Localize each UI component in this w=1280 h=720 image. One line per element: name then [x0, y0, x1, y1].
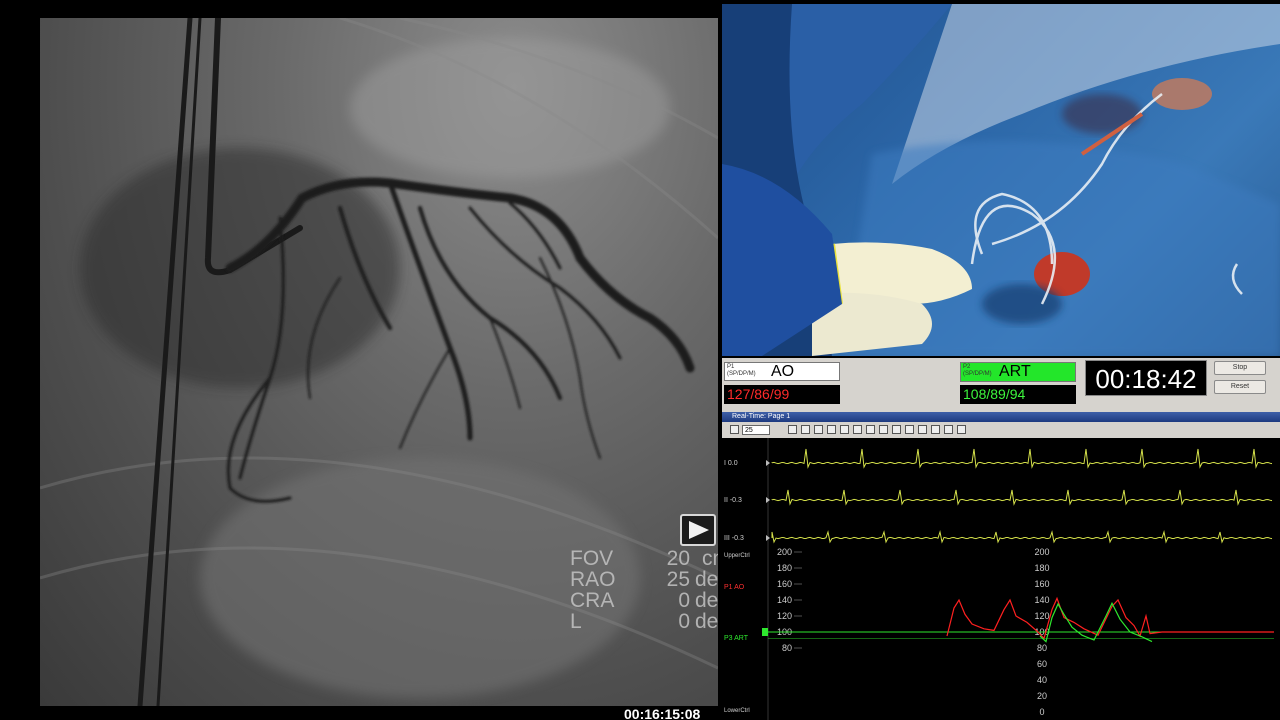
print-icon[interactable]: [866, 425, 875, 434]
vertical-cursor-icon[interactable]: [827, 425, 836, 434]
elapsed-timer: 00:18:42: [1085, 360, 1207, 396]
scale-mid-tick: 80: [1037, 643, 1047, 653]
p1-pressure-values: 127/86/99: [724, 385, 840, 404]
cra-row: CRA 0 deg: [570, 589, 718, 612]
trace-area: I 0.0 II -0.3 III -0.3 UpperCtrl P1 AO P…: [722, 438, 1280, 720]
scale-mid-tick: 140: [1034, 595, 1049, 605]
video-frame: [722, 4, 1280, 356]
l-row: L 0 deg: [570, 610, 718, 633]
tools-icon[interactable]: [801, 425, 810, 434]
reset-button[interactable]: Reset: [1214, 380, 1266, 394]
p1-name: AO: [771, 363, 795, 380]
p2-pressure-values: 108/89/94: [960, 385, 1076, 404]
ecg-trace-1: [771, 448, 1273, 469]
art-pressure-trace: [1039, 601, 1153, 643]
scale-mid-tick: 160: [1034, 579, 1049, 589]
play-icon[interactable]: [680, 514, 716, 546]
scale-mid-tick: 20: [1037, 691, 1047, 701]
zoom-select[interactable]: 25: [742, 425, 770, 435]
scale-left-tick: 160: [777, 579, 792, 589]
rao-row: RAO 25 deg: [570, 568, 718, 591]
trace-svg: 2001801601401201008020018016014012010080…: [762, 438, 1274, 720]
zoom-in-icon[interactable]: [788, 425, 797, 434]
art-channel-marker: [762, 628, 768, 636]
scale-mid-tick: 180: [1034, 563, 1049, 573]
caliper-icon[interactable]: [853, 425, 862, 434]
scale-mid-tick: 120: [1034, 611, 1049, 621]
hemodynamic-monitor: P1 (SP/DP/M) AO 127/86/99 P2 (SP/DP/M) A…: [722, 358, 1280, 720]
procedure-video: [722, 4, 1280, 356]
zoom-out-icon[interactable]: [730, 425, 739, 434]
angiogram-view: FOV 20 cm RAO 25 deg CRA 0 deg L 0 deg: [40, 18, 718, 706]
grid-icon[interactable]: [944, 425, 953, 434]
p1-channel-box[interactable]: P1 (SP/DP/M) AO: [724, 362, 840, 381]
scale-left-tick: 200: [777, 547, 792, 557]
scale-left-tick: 140: [777, 595, 792, 605]
p2-name: ART: [999, 363, 1031, 380]
pen-icon[interactable]: [879, 425, 888, 434]
settings-icon[interactable]: [931, 425, 940, 434]
trace-toolbar: 25: [722, 423, 1280, 437]
horizontal-cursor-icon[interactable]: [814, 425, 823, 434]
fov-row: FOV 20 cm: [570, 547, 718, 570]
circle-icon[interactable]: [918, 425, 927, 434]
table-icon[interactable]: [957, 425, 966, 434]
scale-mid-tick: 0: [1039, 707, 1044, 717]
realtime-title-bar: Real-Time: Page 1: [722, 412, 1280, 422]
angio-parameters: FOV 20 cm RAO 25 deg CRA 0 deg L 0 deg: [570, 548, 718, 632]
angio-timestamp: 00:16:15:08: [624, 706, 701, 720]
scale-left-tick: 80: [782, 643, 792, 653]
scale-mid-tick: 60: [1037, 659, 1047, 669]
scale-left-tick: 180: [777, 563, 792, 573]
marker-icon[interactable]: [905, 425, 914, 434]
target-icon[interactable]: [840, 425, 849, 434]
scale-mid-tick: 200: [1034, 547, 1049, 557]
eraser-icon[interactable]: [892, 425, 901, 434]
ecg-trace-2: [771, 489, 1273, 506]
scale-left-tick: 120: [777, 611, 792, 621]
p2-channel-box[interactable]: P2 (SP/DP/M) ART: [960, 362, 1076, 382]
ecg-trace-3: [771, 530, 1273, 544]
scale-mid-tick: 40: [1037, 675, 1047, 685]
stop-button[interactable]: Stop: [1214, 361, 1266, 375]
